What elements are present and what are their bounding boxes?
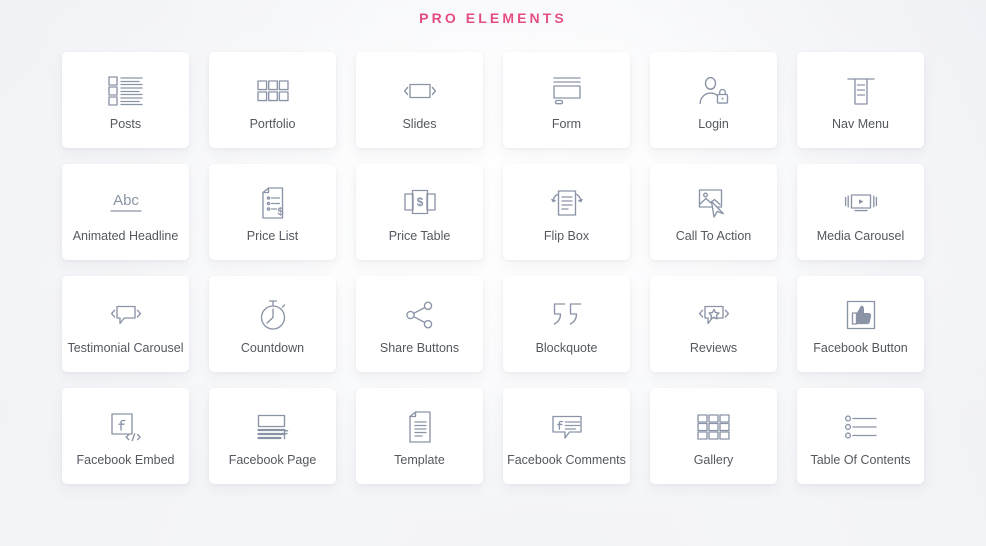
login-user-lock-icon xyxy=(698,69,730,113)
price-table-icon: $ xyxy=(403,181,436,225)
testimonial-carousel-bubble-icon xyxy=(109,293,143,337)
element-card-label: Price Table xyxy=(388,228,451,243)
svg-text:$: $ xyxy=(416,195,423,209)
element-card-portfolio[interactable]: Portfolio xyxy=(209,52,336,148)
element-card-facebook-embed[interactable]: Facebook Embed xyxy=(62,388,189,484)
element-card-label: Facebook Button xyxy=(813,340,908,355)
element-card-label: Nav Menu xyxy=(832,116,889,131)
element-card-label: Gallery xyxy=(693,452,734,467)
animated-headline-abc-icon: Abc xyxy=(106,181,146,225)
element-card-label: Testimonial Carousel xyxy=(67,340,184,355)
posts-icon xyxy=(107,69,144,113)
facebook-page-icon xyxy=(256,405,289,449)
element-card-reviews[interactable]: Reviews xyxy=(650,276,777,372)
price-list-icon: $ xyxy=(259,181,287,225)
element-card-label: Facebook Embed xyxy=(76,452,175,467)
element-card-label: Blockquote xyxy=(535,340,598,355)
elements-grid: Posts Portfolio Slides Form Login Nav Me… xyxy=(62,52,924,484)
element-card-price-table[interactable]: $ Price Table xyxy=(356,164,483,260)
element-card-form[interactable]: Form xyxy=(503,52,630,148)
template-document-icon xyxy=(407,405,433,449)
element-card-slides[interactable]: Slides xyxy=(356,52,483,148)
element-card-facebook-page[interactable]: Facebook Page xyxy=(209,388,336,484)
media-carousel-play-icon xyxy=(844,181,878,225)
element-card-nav-menu[interactable]: Nav Menu xyxy=(797,52,924,148)
reviews-star-bubble-icon xyxy=(697,293,731,337)
element-card-gallery[interactable]: Gallery xyxy=(650,388,777,484)
element-card-login[interactable]: Login xyxy=(650,52,777,148)
table-of-contents-icon xyxy=(844,405,878,449)
element-card-testimonial-carousel[interactable]: Testimonial Carousel xyxy=(62,276,189,372)
portfolio-grid-icon xyxy=(256,69,289,113)
element-card-countdown[interactable]: Countdown xyxy=(209,276,336,372)
element-card-label: Slides xyxy=(402,116,437,131)
pro-elements-page: PRO ELEMENTS Posts Portfolio Slides Form… xyxy=(0,0,986,546)
element-card-call-to-action[interactable]: Call To Action xyxy=(650,164,777,260)
element-card-share-buttons[interactable]: Share Buttons xyxy=(356,276,483,372)
element-card-label: Table Of Contents xyxy=(810,452,911,467)
element-card-label: Facebook Page xyxy=(228,452,317,467)
element-card-flip-box[interactable]: Flip Box xyxy=(503,164,630,260)
element-card-label: Animated Headline xyxy=(72,228,179,243)
call-to-action-cursor-icon xyxy=(698,181,730,225)
element-card-label: Reviews xyxy=(689,340,738,355)
element-card-label: Portfolio xyxy=(249,116,296,131)
element-card-label: Countdown xyxy=(240,340,305,355)
element-card-blockquote[interactable]: Blockquote xyxy=(503,276,630,372)
facebook-embed-code-icon xyxy=(110,405,142,449)
nav-menu-icon xyxy=(846,69,876,113)
element-card-label: Template xyxy=(394,452,445,467)
svg-text:$: $ xyxy=(277,206,283,218)
element-card-label: Price List xyxy=(246,228,299,243)
element-card-table-of-contents[interactable]: Table Of Contents xyxy=(797,388,924,484)
countdown-stopwatch-icon xyxy=(258,293,288,337)
element-card-facebook-button[interactable]: Facebook Button xyxy=(797,276,924,372)
flip-box-icon xyxy=(550,181,583,225)
facebook-comments-bubble-icon xyxy=(551,405,583,449)
element-card-label: Media Carousel xyxy=(816,228,905,243)
element-card-posts[interactable]: Posts xyxy=(62,52,189,148)
element-card-template[interactable]: Template xyxy=(356,388,483,484)
element-card-media-carousel[interactable]: Media Carousel xyxy=(797,164,924,260)
element-card-label: Call To Action xyxy=(675,228,752,243)
share-nodes-icon xyxy=(405,293,435,337)
form-icon xyxy=(552,69,582,113)
svg-text:Abc: Abc xyxy=(113,192,139,209)
element-card-facebook-comments[interactable]: Facebook Comments xyxy=(503,388,630,484)
element-card-label: Posts xyxy=(109,116,142,131)
element-card-label: Flip Box xyxy=(543,228,590,243)
blockquote-quotes-icon xyxy=(551,293,583,337)
page-title: PRO ELEMENTS xyxy=(0,0,986,26)
element-card-animated-headline[interactable]: Abc Animated Headline xyxy=(62,164,189,260)
element-card-label: Form xyxy=(551,116,582,131)
element-card-label: Share Buttons xyxy=(379,340,460,355)
slides-icon xyxy=(403,69,437,113)
facebook-thumbs-up-icon xyxy=(846,293,876,337)
element-card-label: Login xyxy=(698,116,729,131)
element-card-label: Facebook Comments xyxy=(507,452,626,467)
element-card-price-list[interactable]: $ Price List xyxy=(209,164,336,260)
gallery-grid-icon xyxy=(696,405,731,449)
